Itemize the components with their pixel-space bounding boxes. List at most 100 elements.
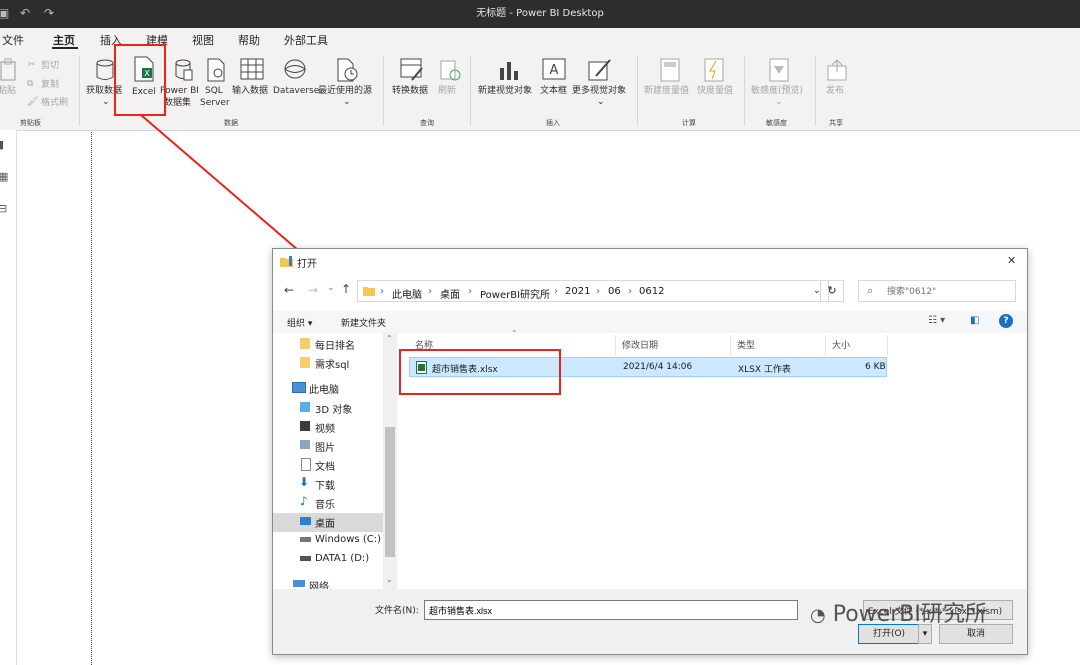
file-highlight-box <box>399 349 561 395</box>
nav-item-documents[interactable]: 文档 <box>315 458 335 473</box>
copy-button[interactable]: 复制 <box>41 80 59 91</box>
menu-external-tools[interactable]: 外部工具 <box>284 32 328 48</box>
group-label-share: 共享 <box>829 119 843 127</box>
report-view-icon[interactable]: ▮ <box>0 138 4 151</box>
back-arrow-icon[interactable]: ← <box>284 283 294 297</box>
enter-data-button[interactable]: 输入数据 <box>232 86 268 97</box>
nav-scrollbar[interactable]: ⌃ ⌄ <box>383 333 397 589</box>
menu-help[interactable]: 帮助 <box>238 32 260 48</box>
recent-sources-dropdown-icon[interactable]: ⌄ <box>343 97 351 108</box>
nav-item-3d-objects[interactable]: 3D 对象 <box>315 401 352 416</box>
title-bar: ▣ ↶ ↷ 无标题 - Power BI Desktop <box>0 0 1080 28</box>
nav-item-videos[interactable]: 视频 <box>315 420 335 435</box>
new-folder-button[interactable]: 新建文件夹 <box>341 316 386 329</box>
breadcrumb-desktop[interactable]: 桌面 <box>440 286 460 301</box>
column-divider[interactable] <box>825 335 826 355</box>
organize-button[interactable]: 组织 ▾ <box>287 316 312 329</box>
nav-item-drive-c[interactable]: Windows (C:) <box>315 534 381 545</box>
sensitivity-dropdown-icon[interactable]: ⌄ <box>775 97 783 108</box>
up-arrow-icon[interactable]: ↑ <box>341 282 351 296</box>
quick-measure-button[interactable]: 快度量值 <box>697 86 733 97</box>
nav-item-pictures[interactable]: 图片 <box>315 439 335 454</box>
nav-item-downloads[interactable]: 下载 <box>315 477 335 492</box>
nav-item-drive-d[interactable]: DATA1 (D:) <box>315 553 369 564</box>
folder-icon <box>363 287 375 296</box>
breadcrumb-powerbi[interactable]: PowerBI研究所 <box>480 286 550 301</box>
scroll-down-icon[interactable]: ⌄ <box>386 575 393 584</box>
text-box-button[interactable]: 文本框 <box>540 86 567 97</box>
group-label-query: 查询 <box>420 119 434 127</box>
breadcrumb-0612[interactable]: 0612 <box>639 286 664 297</box>
refresh-button[interactable]: 刷新 <box>438 86 456 97</box>
document-icon <box>301 458 311 471</box>
cut-button[interactable]: 剪切 <box>41 61 59 72</box>
format-painter-button[interactable]: 格式刷 <box>41 98 68 109</box>
help-icon[interactable]: ? <box>999 314 1013 328</box>
sql-label-2[interactable]: Server <box>200 98 230 109</box>
column-divider[interactable] <box>615 335 616 355</box>
menu-home[interactable]: 主页 <box>53 32 75 48</box>
nav-item-music[interactable]: 音乐 <box>315 496 335 511</box>
filename-input[interactable] <box>424 600 798 620</box>
search-input[interactable] <box>885 283 1013 301</box>
more-visuals-button[interactable]: 更多视觉对象 <box>572 86 626 97</box>
view-switcher-bar: ▮ ▦ ⊟ <box>0 130 17 665</box>
nav-item-sql[interactable]: 需求sql <box>315 356 349 371</box>
scroll-up-icon[interactable]: ⌃ <box>386 334 393 343</box>
recent-sources-button[interactable]: 最近使用的源 <box>318 86 372 97</box>
ribbon-separator <box>637 56 638 126</box>
breadcrumb-this-pc[interactable]: 此电脑 <box>392 286 422 301</box>
sensitivity-button[interactable]: 敏感度(预览) <box>751 86 803 97</box>
forward-arrow-icon[interactable]: → <box>308 283 318 297</box>
nav-item-desktop[interactable]: 桌面 <box>315 515 335 530</box>
watermark-text: PowerBI研究所 <box>832 602 987 627</box>
recent-locations-chevron-icon[interactable]: ⌄ <box>327 283 335 293</box>
ribbon-separator <box>470 56 471 126</box>
paste-button[interactable]: 粘贴 <box>0 86 16 97</box>
sql-server-icon <box>207 58 225 82</box>
menu-file[interactable]: 文件 <box>2 32 24 48</box>
column-type[interactable]: 类型 <box>737 338 755 351</box>
new-measure-button[interactable]: 新建度量值 <box>644 86 689 97</box>
column-size[interactable]: 大小 <box>832 338 850 351</box>
breadcrumb-2021[interactable]: 2021 <box>565 286 590 297</box>
ribbon-separator <box>383 56 384 126</box>
column-modified[interactable]: 修改日期 <box>622 338 658 351</box>
refresh-icon[interactable]: ↻ <box>820 280 844 302</box>
nav-item-daily-rank[interactable]: 每日排名 <box>315 337 355 352</box>
column-divider[interactable] <box>887 335 888 355</box>
view-options-icon[interactable]: ☷ ▾ <box>928 315 945 326</box>
group-label-data: 数据 <box>224 119 238 127</box>
sql-label-1[interactable]: SQL <box>205 86 223 97</box>
address-bar[interactable]: › 此电脑 › 桌面 › PowerBI研究所 › 2021 › 06 › 06… <box>357 280 829 302</box>
get-data-dropdown-icon[interactable]: ⌄ <box>102 97 110 108</box>
transform-data-button[interactable]: 转换数据 <box>392 86 428 97</box>
nav-scrollbar-thumb[interactable] <box>385 427 395 557</box>
file-size: 6 KB <box>865 362 886 372</box>
preview-pane-icon[interactable]: ◧ <box>970 315 979 326</box>
column-divider[interactable] <box>730 335 731 355</box>
drive-icon <box>300 556 311 561</box>
powerbi-dataset-label-2[interactable]: 数据集 <box>164 98 191 109</box>
dataverse-button[interactable]: Dataverse <box>273 86 319 97</box>
close-icon[interactable]: ✕ <box>1007 254 1016 267</box>
excel-highlight-box <box>114 44 166 116</box>
dialog-title-bar: 打开 ✕ <box>273 249 1027 275</box>
data-view-icon[interactable]: ▦ <box>0 170 8 183</box>
canvas-page-boundary <box>91 132 92 665</box>
publish-button[interactable]: 发布 <box>826 86 844 97</box>
model-view-icon[interactable]: ⊟ <box>0 202 7 215</box>
ribbon-separator <box>815 56 816 126</box>
sort-up-icon: ⌃ <box>511 329 518 338</box>
paste-icon <box>0 58 16 81</box>
new-visual-button[interactable]: 新建视觉对象 <box>478 86 532 97</box>
more-visuals-dropdown-icon[interactable]: ⌄ <box>597 97 605 108</box>
cube-icon <box>300 402 310 412</box>
breadcrumb-06[interactable]: 06 <box>608 286 621 297</box>
search-box[interactable]: ⌕ <box>858 280 1016 302</box>
active-tab-underline <box>52 47 78 49</box>
music-icon: ♪ <box>300 494 308 508</box>
nav-item-this-pc[interactable]: 此电脑 <box>309 381 339 396</box>
menu-view[interactable]: 视图 <box>192 32 214 48</box>
publish-icon <box>827 59 847 81</box>
